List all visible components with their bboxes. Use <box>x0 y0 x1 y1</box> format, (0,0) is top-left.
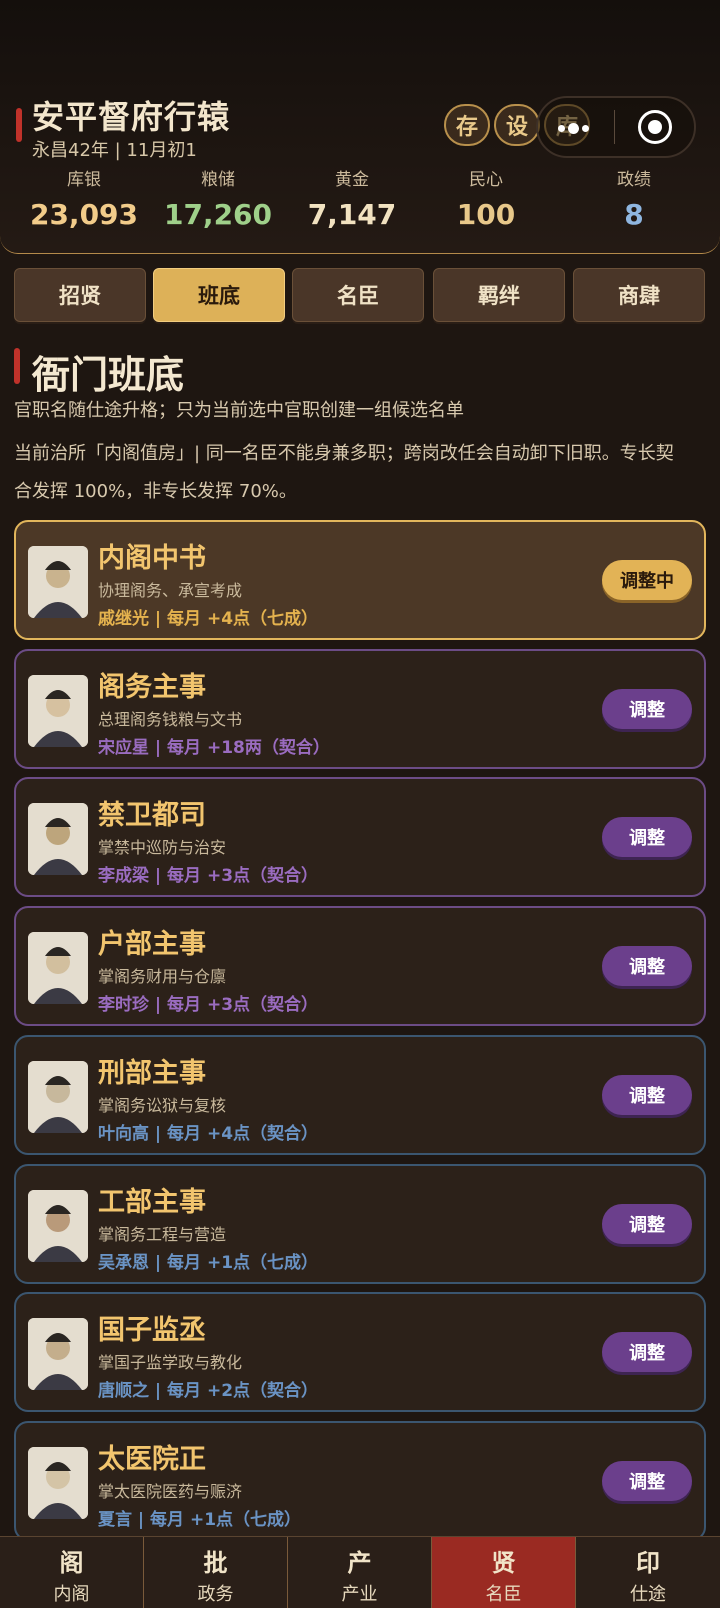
officer-portrait <box>28 1318 88 1390</box>
nav-industry[interactable]: 产 产业 <box>288 1537 432 1608</box>
adjust-button[interactable]: 调整中 <box>602 560 692 600</box>
officer-portrait <box>28 1061 88 1133</box>
nav-affairs[interactable]: 批 政务 <box>144 1537 288 1608</box>
post-title: 内阁中书 <box>98 543 206 574</box>
assigned-officer: 吴承恩 | 每月 +1点（七成） <box>98 1253 319 1273</box>
assigned-officer: 戚继光 | 每月 +4点（七成） <box>98 609 319 629</box>
stat-morale: 民心 100 <box>416 165 556 231</box>
officer-portrait <box>28 675 88 747</box>
stat-value: 8 <box>624 198 644 231</box>
section-title: 衙门班底 <box>32 353 185 397</box>
ministers-icon: 贤 <box>491 1549 516 1577</box>
tab-recruit[interactable]: 招贤 <box>14 268 146 322</box>
stat-value: 17,260 <box>163 198 273 231</box>
post-duty: 掌阁务讼狱与复核 <box>98 1096 227 1115</box>
close-target-icon[interactable] <box>638 110 672 144</box>
adjust-button[interactable]: 调整 <box>602 1332 692 1372</box>
adjust-button[interactable]: 调整 <box>602 946 692 986</box>
nav-cabinet[interactable]: 阁 内阁 <box>0 1537 144 1608</box>
nav-label: 仕途 <box>630 1584 666 1605</box>
post-title: 户部主事 <box>98 929 206 960</box>
post-title: 刑部主事 <box>98 1058 206 1089</box>
post-card[interactable]: 工部主事掌阁务工程与营造吴承恩 | 每月 +1点（七成） 调整 <box>14 1164 706 1284</box>
adjust-button[interactable]: 调整 <box>602 817 692 857</box>
officer-portrait <box>28 1190 88 1262</box>
post-title: 禁卫都司 <box>98 800 206 831</box>
post-duty: 掌太医院医药与赈济 <box>98 1482 243 1501</box>
adjust-button[interactable]: 调整 <box>602 689 692 729</box>
more-dots-icon[interactable] <box>558 118 598 138</box>
save-button[interactable]: 存 <box>444 104 490 146</box>
adjust-button[interactable]: 调整 <box>602 1461 692 1501</box>
stat-silver: 库银 23,093 <box>14 165 154 231</box>
title-accent-bar <box>16 108 22 142</box>
post-duty: 协理阁务、承宣考成 <box>98 581 243 600</box>
tab-bonds[interactable]: 羁绊 <box>433 268 565 322</box>
career-icon: 印 <box>636 1549 660 1577</box>
post-card[interactable]: 刑部主事掌阁务讼狱与复核叶向高 | 每月 +4点（契合） 调整 <box>14 1035 706 1155</box>
officer-portrait <box>28 1447 88 1519</box>
stat-value: 7,147 <box>307 198 397 231</box>
stat-label: 库银 <box>67 170 101 190</box>
nav-label: 名臣 <box>485 1584 522 1605</box>
post-title: 阁务主事 <box>98 672 206 703</box>
city-title: 安平督府行辕 <box>32 98 231 136</box>
post-card[interactable]: 国子监丞掌国子监学政与教化唐顺之 | 每月 +2点（契合） 调整 <box>14 1292 706 1412</box>
stat-merit: 政绩 8 <box>564 165 704 231</box>
stat-label: 黄金 <box>335 170 369 190</box>
section-note-line1: 当前治所「内阁值房」| 同一名臣不能身兼多职；跨岗改任会自动卸下旧职。专长契 <box>14 443 674 464</box>
tab-shop[interactable]: 商肆 <box>573 268 705 322</box>
adjust-button[interactable]: 调整 <box>602 1075 692 1115</box>
settings-button[interactable]: 设 <box>494 104 540 146</box>
resource-stats: 库银 23,093 粮储 17,260 黄金 7,147 民心 100 政绩 8 <box>0 165 720 235</box>
nav-label: 内阁 <box>53 1584 90 1605</box>
top-header: 安平督府行辕 永昌42年 | 11月初1 存 设 库 库银 23,093 粮储 … <box>0 0 720 254</box>
affairs-icon: 批 <box>203 1549 228 1577</box>
capsule-divider <box>614 110 615 144</box>
industry-icon: 产 <box>347 1549 372 1577</box>
stat-gold: 黄金 7,147 <box>282 165 422 231</box>
assigned-officer: 李时珍 | 每月 +3点（契合） <box>98 995 319 1015</box>
nav-ministers[interactable]: 贤 名臣 <box>432 1537 576 1608</box>
tab-staff[interactable]: 班底 <box>153 268 285 322</box>
post-card[interactable]: 户部主事掌阁务财用与仓廪李时珍 | 每月 +3点（契合） 调整 <box>14 906 706 1026</box>
post-card[interactable]: 内阁中书协理阁务、承宣考成戚继光 | 每月 +4点（七成） 调整中 <box>14 520 706 640</box>
post-title: 国子监丞 <box>98 1315 206 1346</box>
stat-label: 粮储 <box>201 170 235 190</box>
section-accent-bar <box>14 348 20 384</box>
nav-label: 政务 <box>197 1584 234 1605</box>
adjust-button[interactable]: 调整 <box>602 1204 692 1244</box>
post-duty: 掌国子监学政与教化 <box>98 1353 243 1372</box>
nav-label: 产业 <box>341 1584 378 1605</box>
post-duty: 总理阁务钱粮与文书 <box>98 710 243 729</box>
section-description: 官职名随仕途升格；只为当前选中官职创建一组候选名单 <box>14 400 464 421</box>
post-card[interactable]: 禁卫都司掌禁中巡防与治安李成梁 | 每月 +3点（契合） 调整 <box>14 777 706 897</box>
assigned-officer: 宋应星 | 每月 +18两（契合） <box>98 738 330 758</box>
date-label: 永昌42年 | 11月初1 <box>32 140 197 161</box>
post-duty: 掌阁务工程与营造 <box>98 1225 227 1244</box>
assigned-officer: 叶向高 | 每月 +4点（契合） <box>98 1124 319 1144</box>
stat-value: 100 <box>456 198 516 231</box>
cabinet-icon: 阁 <box>59 1549 84 1577</box>
post-title: 太医院正 <box>98 1444 206 1475</box>
post-title: 工部主事 <box>98 1187 206 1218</box>
stat-grain: 粮储 17,260 <box>148 165 288 231</box>
tab-ministers[interactable]: 名臣 <box>292 268 424 322</box>
post-duty: 掌禁中巡防与治安 <box>98 838 227 857</box>
post-card[interactable]: 太医院正掌太医院医药与赈济夏言 | 每月 +1点（七成） 调整 <box>14 1421 706 1541</box>
bottom-navigation: 阁 内阁 批 政务 产 产业 贤 名臣 印 仕途 <box>0 1536 720 1608</box>
officer-portrait <box>28 546 88 618</box>
nav-career[interactable]: 印 仕途 <box>576 1537 720 1608</box>
post-duty: 掌阁务财用与仓廪 <box>98 967 227 986</box>
officer-portrait <box>28 932 88 1004</box>
assigned-officer: 唐顺之 | 每月 +2点（契合） <box>98 1381 319 1401</box>
officer-portrait <box>28 803 88 875</box>
section-note-line2: 合发挥 100%，非专长发挥 70%。 <box>14 481 297 502</box>
stat-label: 政绩 <box>617 170 651 190</box>
stat-value: 23,093 <box>29 198 139 231</box>
assigned-officer: 李成梁 | 每月 +3点（契合） <box>98 866 319 886</box>
stat-label: 民心 <box>469 170 503 190</box>
post-card[interactable]: 阁务主事总理阁务钱粮与文书宋应星 | 每月 +18两（契合） 调整 <box>14 649 706 769</box>
assigned-officer: 夏言 | 每月 +1点（七成） <box>98 1510 302 1530</box>
